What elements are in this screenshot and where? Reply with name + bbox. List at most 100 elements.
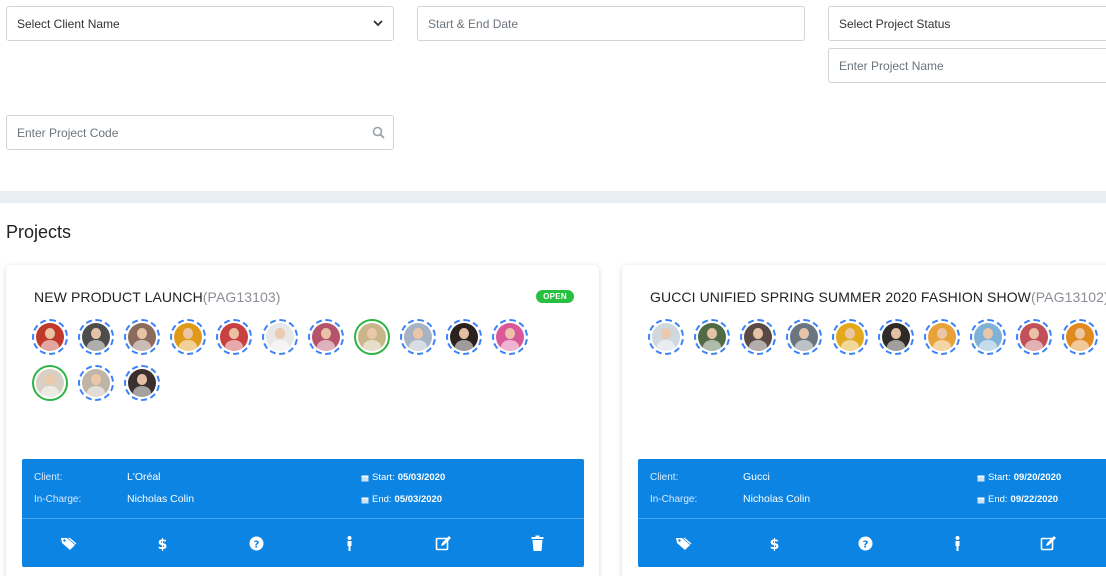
avatar-photo: [312, 323, 340, 351]
avatar-photo: [220, 323, 248, 351]
person-button[interactable]: [947, 533, 967, 553]
svg-text:?: ?: [253, 539, 259, 550]
avatar[interactable]: [786, 319, 822, 355]
end-label: End:: [372, 494, 392, 505]
project-code: (PAG13102): [1031, 289, 1106, 305]
avatar[interactable]: [32, 319, 68, 355]
dollar-icon: $: [158, 537, 168, 552]
avatar-photo: [450, 323, 478, 351]
avatar[interactable]: [492, 319, 528, 355]
client-value: L'Oréal: [127, 471, 161, 483]
avatar[interactable]: [924, 319, 960, 355]
card-actions: $?: [22, 531, 584, 555]
date-range-input[interactable]: Start & End Date: [417, 6, 805, 41]
avatar-list: [648, 319, 1106, 355]
question-icon: ?: [249, 536, 264, 550]
trash-button[interactable]: [527, 533, 547, 553]
avatar[interactable]: [216, 319, 252, 355]
question-icon: ?: [858, 536, 873, 550]
avatar-photo: [1066, 323, 1094, 351]
avatar-photo: [652, 323, 680, 351]
client-select-label: Select Client Name: [17, 16, 120, 31]
end-label: End:: [988, 494, 1008, 505]
project-name-placeholder: Enter Project Name: [839, 58, 944, 73]
edit-button[interactable]: [433, 533, 453, 553]
avatar-photo: [82, 369, 110, 397]
client-select[interactable]: Select Client Name: [6, 6, 394, 41]
avatar-photo: [82, 323, 110, 351]
end-date: End: 05/03/2020: [361, 494, 442, 505]
avatar[interactable]: [694, 319, 730, 355]
avatar[interactable]: [32, 365, 68, 401]
avatar-photo: [128, 369, 156, 397]
search-icon[interactable]: [372, 126, 385, 139]
avatar-photo: [36, 323, 64, 351]
svg-text:$: $: [158, 537, 168, 552]
calendar-icon: [977, 475, 985, 481]
avatar-photo: [974, 323, 1002, 351]
avatar-photo: [36, 369, 64, 397]
avatar[interactable]: [124, 319, 160, 355]
avatar-photo: [358, 323, 386, 351]
start-date: Start: 05/03/2020: [361, 472, 445, 483]
project-code-placeholder: Enter Project Code: [17, 125, 119, 140]
question-button[interactable]: ?: [246, 533, 266, 553]
end-date: End: 09/22/2020: [977, 494, 1058, 505]
edit-button[interactable]: [1038, 533, 1058, 553]
question-button[interactable]: ?: [856, 533, 876, 553]
avatar[interactable]: [124, 365, 160, 401]
calendar-icon: [361, 475, 369, 481]
in-charge-value: Nicholas Colin: [127, 493, 195, 505]
avatar[interactable]: [648, 319, 684, 355]
avatar[interactable]: [78, 365, 114, 401]
dollar-button[interactable]: $: [152, 533, 172, 553]
start-value: 05/03/2020: [397, 472, 446, 483]
avatar-photo: [790, 323, 818, 351]
project-card[interactable]: GUCCI UNIFIED SPRING SUMMER 2020 FASHION…: [622, 265, 1106, 576]
person-icon: [347, 535, 352, 551]
end-value: 09/22/2020: [1010, 494, 1059, 505]
avatar[interactable]: [354, 319, 390, 355]
chevron-down-icon: [373, 20, 383, 27]
project-name-input[interactable]: Enter Project Name: [828, 48, 1106, 83]
avatar[interactable]: [1062, 319, 1098, 355]
svg-text:?: ?: [863, 539, 869, 550]
edit-icon: [435, 535, 451, 550]
status-select-label: Select Project Status: [839, 16, 951, 31]
project-code-input[interactable]: Enter Project Code: [6, 115, 394, 150]
avatar[interactable]: [262, 319, 298, 355]
status-badge: OPEN: [536, 290, 574, 303]
avatar[interactable]: [446, 319, 482, 355]
avatar[interactable]: [170, 319, 206, 355]
client-label: Client:: [34, 472, 63, 483]
avatar[interactable]: [1016, 319, 1052, 355]
tag-button[interactable]: [59, 533, 79, 553]
start-date: Start: 09/20/2020: [977, 472, 1061, 483]
calendar-icon: [977, 497, 985, 503]
tag-button[interactable]: [674, 533, 694, 553]
avatar[interactable]: [878, 319, 914, 355]
project-code: (PAG13103): [202, 289, 281, 305]
avatar-photo: [266, 323, 294, 351]
section-divider: [0, 191, 1106, 203]
status-select[interactable]: Select Project Status: [828, 6, 1106, 41]
avatar[interactable]: [308, 319, 344, 355]
person-button[interactable]: [340, 533, 360, 553]
avatar[interactable]: [740, 319, 776, 355]
client-label: Client:: [650, 472, 679, 483]
project-card[interactable]: NEW PRODUCT LAUNCH(PAG13103) OPEN Client…: [6, 265, 599, 576]
avatar-photo: [698, 323, 726, 351]
avatar[interactable]: [400, 319, 436, 355]
dollar-button[interactable]: $: [765, 533, 785, 553]
avatar[interactable]: [832, 319, 868, 355]
avatar-list: [32, 319, 552, 401]
in-charge-label: In-Charge:: [650, 494, 698, 505]
page-title: Projects: [6, 222, 72, 242]
start-label: Start:: [988, 472, 1011, 483]
card-actions: $?: [638, 531, 1094, 555]
avatar-photo: [882, 323, 910, 351]
avatar[interactable]: [970, 319, 1006, 355]
in-charge-value: Nicholas Colin: [743, 493, 811, 505]
avatar[interactable]: [78, 319, 114, 355]
avatar-photo: [1020, 323, 1048, 351]
